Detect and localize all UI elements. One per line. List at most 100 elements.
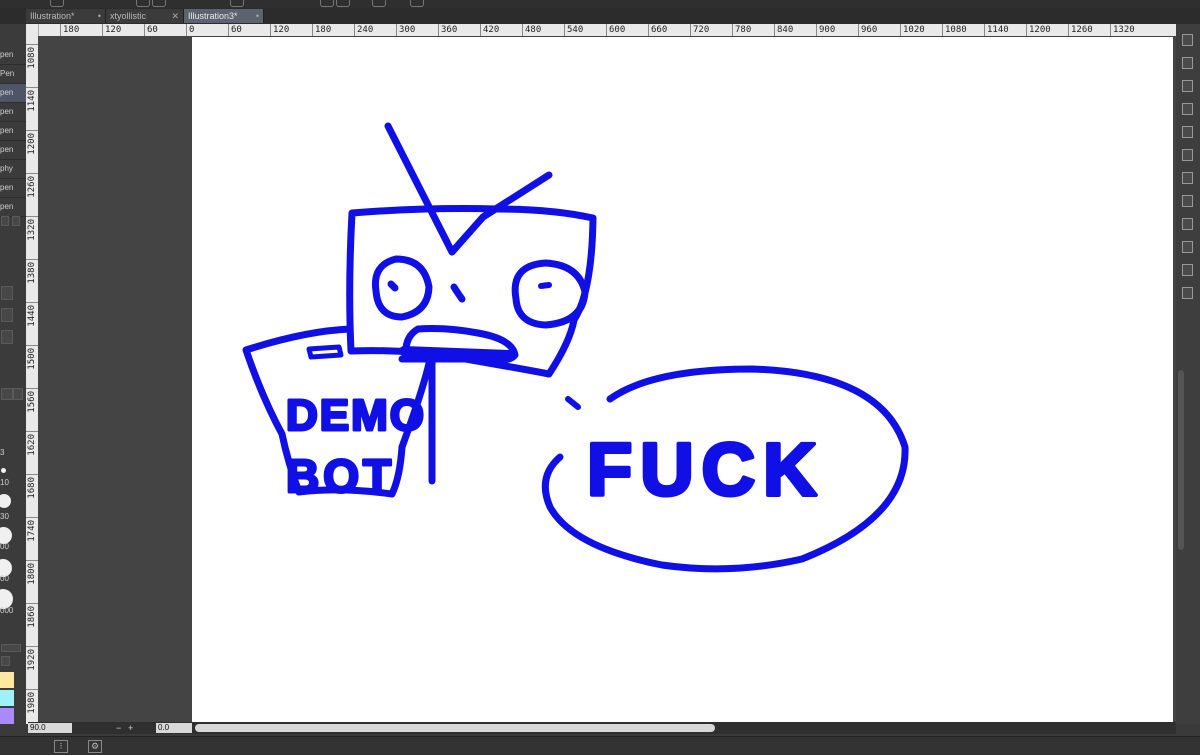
horizontal-scrollbar[interactable] [195,724,715,732]
tab-illustration[interactable]: Illustration* • [26,9,106,23]
reset-icon[interactable] [1,388,13,400]
ruler-tick-label: 1200 [26,130,38,174]
bubble-tick-stroke [565,396,581,410]
ruler-tick-label: 840 [774,24,793,36]
brush-item[interactable]: pen [0,179,26,198]
brush-item[interactable]: pen [0,103,26,122]
rotation-field[interactable]: 0.0 [156,723,192,733]
ruler-tick-label: 960 [858,24,877,36]
ruler-tick-label: 1740 [26,517,38,561]
sub-tool-panel: pen Pen pen pen pen pen phy pen pen 3 10… [0,24,26,724]
tab-modified-icon[interactable]: • [256,9,259,23]
left-eye-pupil [387,280,399,292]
property-icon[interactable] [1182,195,1193,207]
zoom-in-button[interactable]: + [128,722,133,734]
ruler-tick-label: 360 [438,24,457,36]
lasso-icon[interactable] [336,0,350,7]
antenna-stroke [384,122,553,256]
add-subtool-icon[interactable] [1,216,9,226]
ruler-tick-label: 1200 [1026,24,1051,36]
ruler-tick-label: 240 [354,24,373,36]
new-file-icon[interactable] [50,0,64,7]
transform-icon[interactable] [230,0,244,7]
color-swatch[interactable] [0,708,14,724]
left-eye-stroke [371,255,433,321]
zoom-icon[interactable] [1,656,10,666]
right-eye-stroke [511,259,589,329]
ruler-tick-label: 60 [228,24,242,36]
ruler-tick-label: 60 [144,24,158,36]
navigator-icon[interactable] [1182,103,1193,115]
ruler-tick-label: 1140 [984,24,1009,36]
ruler-tick-label: 540 [564,24,583,36]
menu-strip [0,0,1200,8]
material-icon[interactable] [1182,172,1193,184]
search-icon[interactable] [1182,218,1193,230]
layer-panel-icon[interactable]: ⁝ [54,740,68,753]
ruler-tick-label: 1260 [26,173,38,217]
info-icon[interactable] [1182,241,1193,253]
brush-size-preview[interactable] [1,468,6,473]
sign-hand-stroke [306,344,344,360]
brush-size-label: 3 [0,448,5,457]
drawing-canvas[interactable]: DEMO BOT FUCK [192,37,1173,722]
delete-subtool-icon[interactable] [12,216,20,226]
zoom-out-button[interactable]: − [116,722,121,734]
brush-item-selected[interactable]: pen [0,84,26,103]
antialias-icon[interactable] [1,330,13,344]
mouth-fill-stroke [399,346,515,360]
ruler-tick-label: 1080 [26,44,38,88]
brush-size-label: 00 [0,542,9,551]
ruler-tick-label: 120 [102,24,121,36]
snap-icon[interactable] [410,0,424,7]
brush-item[interactable]: phy [0,160,26,179]
brush-size-label: 00 [0,574,9,583]
tab-illustration3[interactable]: Illustration3* • [184,9,264,23]
brush-item[interactable]: pen [0,46,26,65]
pen-icon[interactable] [1182,34,1193,46]
brush-size-label: 10 [0,478,9,487]
pressure-toggle-icon[interactable] [1,286,13,300]
tab-label: Illustration3* [188,11,238,21]
ruler-icon[interactable] [372,0,386,7]
ruler-tick-label: 300 [396,24,415,36]
color-icon[interactable] [1182,126,1193,138]
history-icon[interactable] [1182,80,1193,92]
zoom-field[interactable]: 90.0 [28,723,72,733]
pallet-icon[interactable] [1182,264,1193,276]
ruler-tick-label: 180 [60,24,79,36]
settings-icon[interactable] [13,388,23,400]
sub-tool-icon[interactable] [1182,149,1193,161]
undo-icon[interactable] [136,0,150,7]
color-swatch[interactable] [0,690,14,706]
color-swatch[interactable] [0,672,14,688]
settings-icon[interactable]: ⚙ [88,740,102,753]
ruler-tick-label: 1500 [26,345,38,389]
tab-label: xtyollistic [110,11,147,21]
ruler-tick-label: 1920 [26,646,38,690]
layer-icon[interactable] [1182,57,1193,69]
ruler-tick-label: 780 [732,24,751,36]
brush-item[interactable]: Pen [0,65,26,84]
ruler-tick-label: 1140 [26,87,38,131]
ruler-tick-label: 1560 [26,388,38,432]
vertical-scrollbar[interactable] [1178,370,1184,550]
brush-size-preview[interactable] [0,494,11,508]
ruler-tick-label: 1980 [26,689,38,724]
tab-xtyollistic[interactable]: xtyollistic ✕ [106,9,184,23]
selection-icon[interactable] [320,0,334,7]
brush-item[interactable]: pen [0,122,26,141]
brush-item[interactable]: pen [0,141,26,160]
brush-item[interactable]: pen [0,198,26,217]
ruler-tick-label: 1380 [26,259,38,303]
brush-size-label: 000 [0,606,14,615]
color-set-icon[interactable] [1,644,21,652]
layer-property-icon[interactable] [1182,287,1193,299]
tab-label: Illustration* [30,11,75,21]
ruler-tick-label: 1620 [26,431,38,475]
ruler-tick-label: 1020 [900,24,925,36]
close-icon[interactable]: ✕ [171,9,179,23]
opacity-toggle-icon[interactable] [1,308,13,322]
tab-modified-icon[interactable]: • [98,9,101,23]
redo-icon[interactable] [152,0,166,7]
